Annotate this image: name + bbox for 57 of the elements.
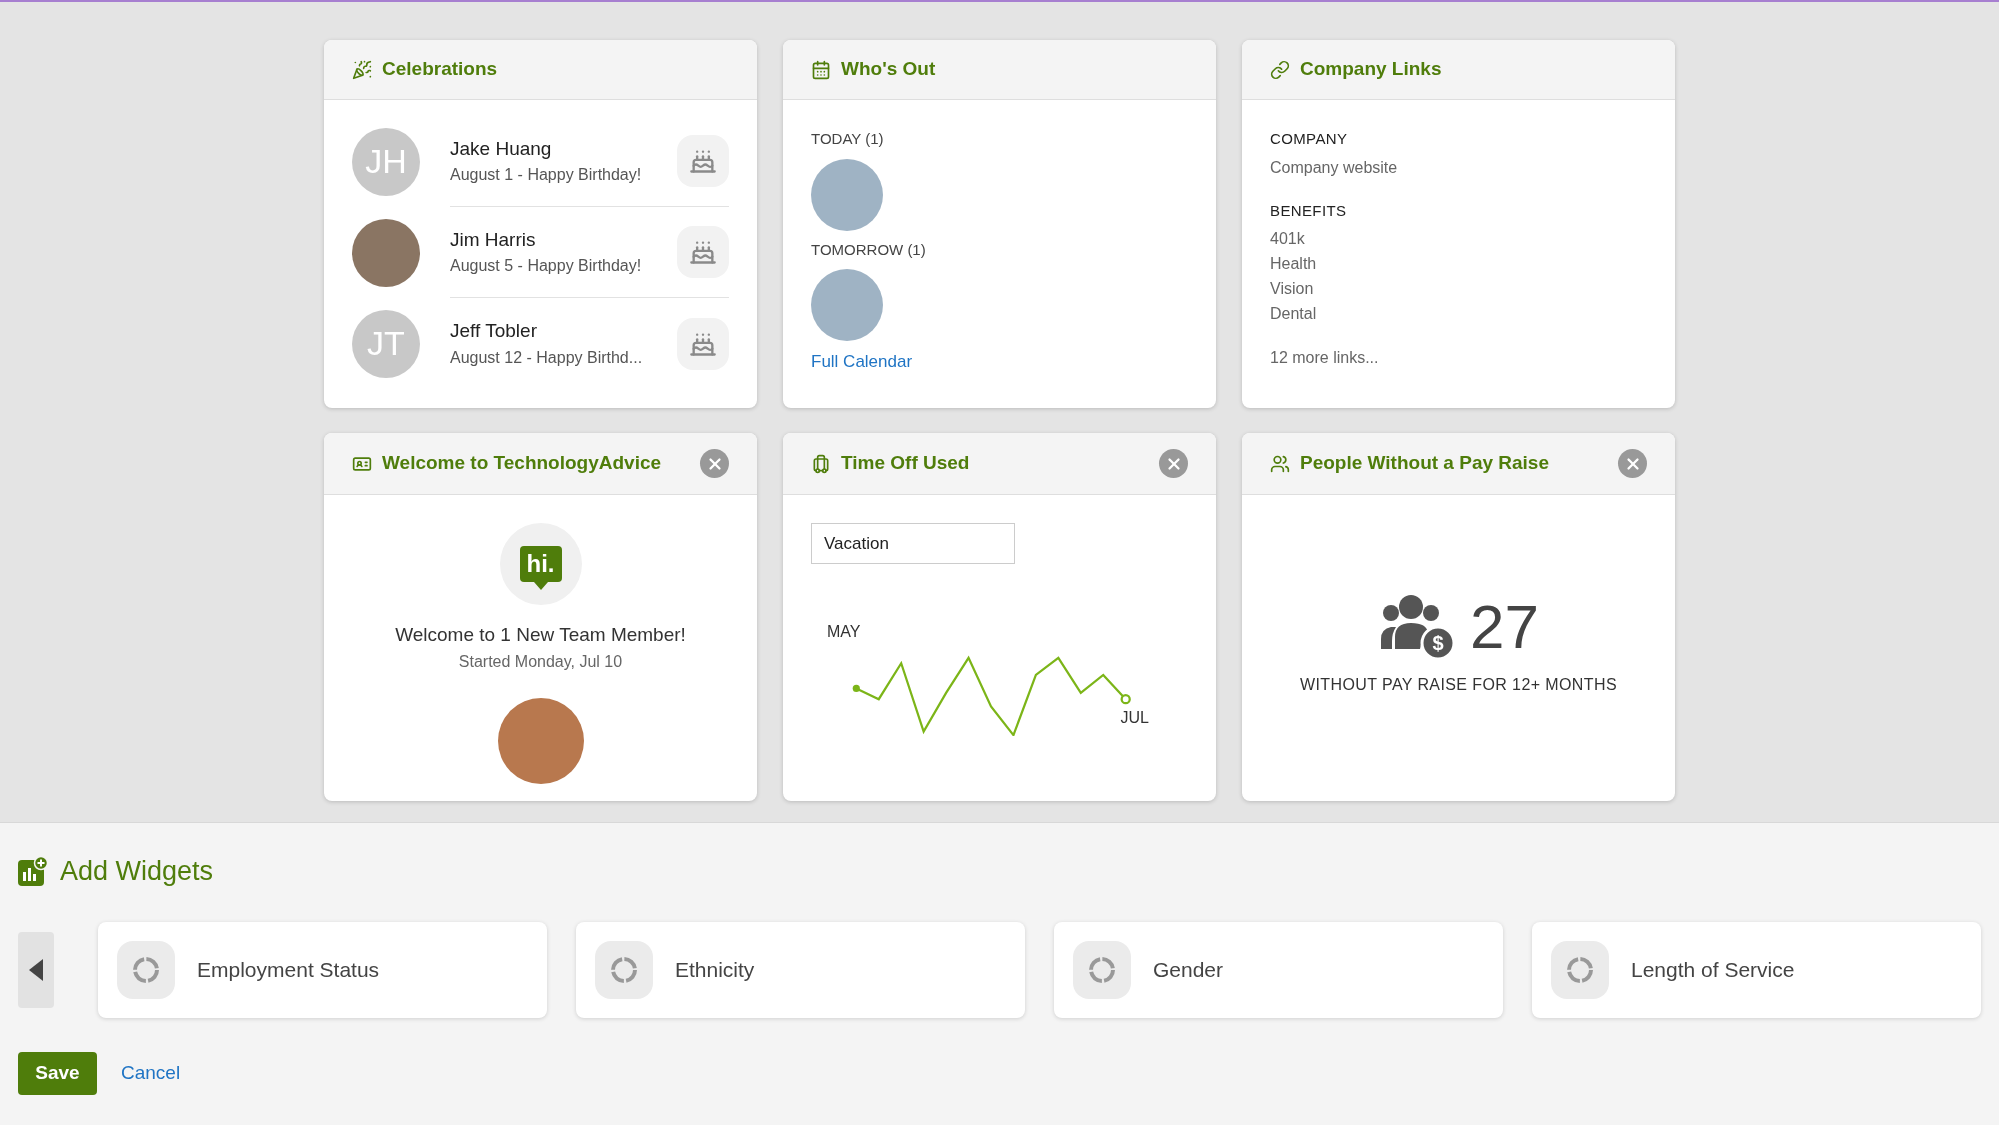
card-title: Company Links xyxy=(1300,57,1443,82)
donut-icon xyxy=(609,954,639,985)
card-title: Celebrations xyxy=(382,57,499,82)
widget-option[interactable]: Ethnicity xyxy=(576,921,1025,1018)
hi-badge: hi. xyxy=(519,546,562,582)
axis-label: MAY xyxy=(827,622,861,642)
section-heading: BENEFITS xyxy=(1270,200,1348,221)
day-label: TODAY (1) xyxy=(811,129,885,149)
link-icon xyxy=(1270,59,1290,80)
cake-button[interactable] xyxy=(677,226,729,278)
people-icon xyxy=(1270,453,1290,474)
day-label: TOMORROW (1) xyxy=(811,239,927,260)
widget-option[interactable]: Employment Status xyxy=(98,921,547,1018)
widget-option[interactable]: Length of Service xyxy=(1532,921,1981,1018)
type-select[interactable]: Vacation xyxy=(811,523,1015,564)
company-link[interactable]: Health xyxy=(1270,251,1317,276)
cancel-link[interactable]: Cancel xyxy=(121,1058,181,1088)
calendar-icon xyxy=(811,59,831,80)
more-links[interactable]: 12 more links... xyxy=(1270,346,1379,370)
card-title: Who's Out xyxy=(841,57,937,82)
birthday-text: August 12 - Happy Birthd... xyxy=(450,347,644,368)
company-link[interactable]: Vision xyxy=(1270,276,1314,301)
donut-icon xyxy=(1565,954,1595,985)
left-triangle-icon xyxy=(29,958,43,981)
company-link[interactable]: Dental xyxy=(1270,301,1317,326)
company-link[interactable]: 401k xyxy=(1270,226,1305,251)
birthday-text: August 1 - Happy Birthday! xyxy=(450,165,643,186)
company-link[interactable]: Company website xyxy=(1270,154,1398,180)
person-name: Jim Harris xyxy=(450,227,537,252)
card-title: People Without a Pay Raise xyxy=(1300,451,1550,476)
close-button[interactable] xyxy=(700,449,729,478)
count-caption: WITHOUT PAY RAISE FOR 12+ MONTHS xyxy=(1300,675,1617,695)
cake-button[interactable] xyxy=(677,317,729,370)
speech-tail-icon xyxy=(533,582,548,590)
add-chart-icon xyxy=(18,856,48,887)
birthday-text: August 5 - Happy Birthday! xyxy=(450,256,643,277)
axis-label: JUL xyxy=(1120,708,1149,728)
save-button[interactable]: Save xyxy=(18,1051,97,1095)
card-title: Welcome to TechnologyAdvice xyxy=(382,451,663,476)
person-name: Jeff Tobler xyxy=(450,319,538,344)
cake-button[interactable] xyxy=(677,135,729,187)
person-name: Jake Huang xyxy=(450,136,553,161)
card-title: Time Off Used xyxy=(841,451,971,476)
widget-option[interactable]: Gender xyxy=(1054,921,1503,1018)
donut-icon xyxy=(1087,954,1117,985)
close-button[interactable] xyxy=(1159,449,1188,478)
full-calendar-link[interactable]: Full Calendar xyxy=(811,349,913,375)
section-heading: COMPANY xyxy=(1270,129,1349,149)
count-value: 27 xyxy=(1470,596,1539,658)
previous-button[interactable] xyxy=(18,931,54,1008)
start-date: Started Monday, Jul 10 xyxy=(458,651,623,672)
party-popper-icon xyxy=(352,59,372,80)
donut-icon xyxy=(131,954,161,985)
luggage-icon xyxy=(811,453,831,474)
panel-title: Add Widgets xyxy=(60,855,214,888)
close-button[interactable] xyxy=(1618,449,1647,478)
welcome-heading: Welcome to 1 New Team Member! xyxy=(395,623,686,647)
